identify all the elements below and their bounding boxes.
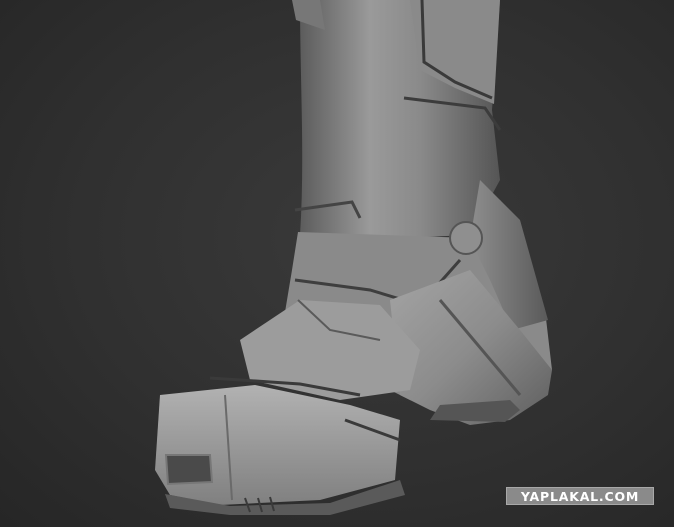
watermark-badge: YAPLAKAL.COM <box>506 487 654 505</box>
ankle-joint <box>449 221 484 255</box>
toe-cap <box>155 385 400 505</box>
toe-vent <box>164 454 214 486</box>
armored-boot-render <box>155 0 552 515</box>
viewport-scene: YAPLAKAL.COM <box>0 0 674 527</box>
